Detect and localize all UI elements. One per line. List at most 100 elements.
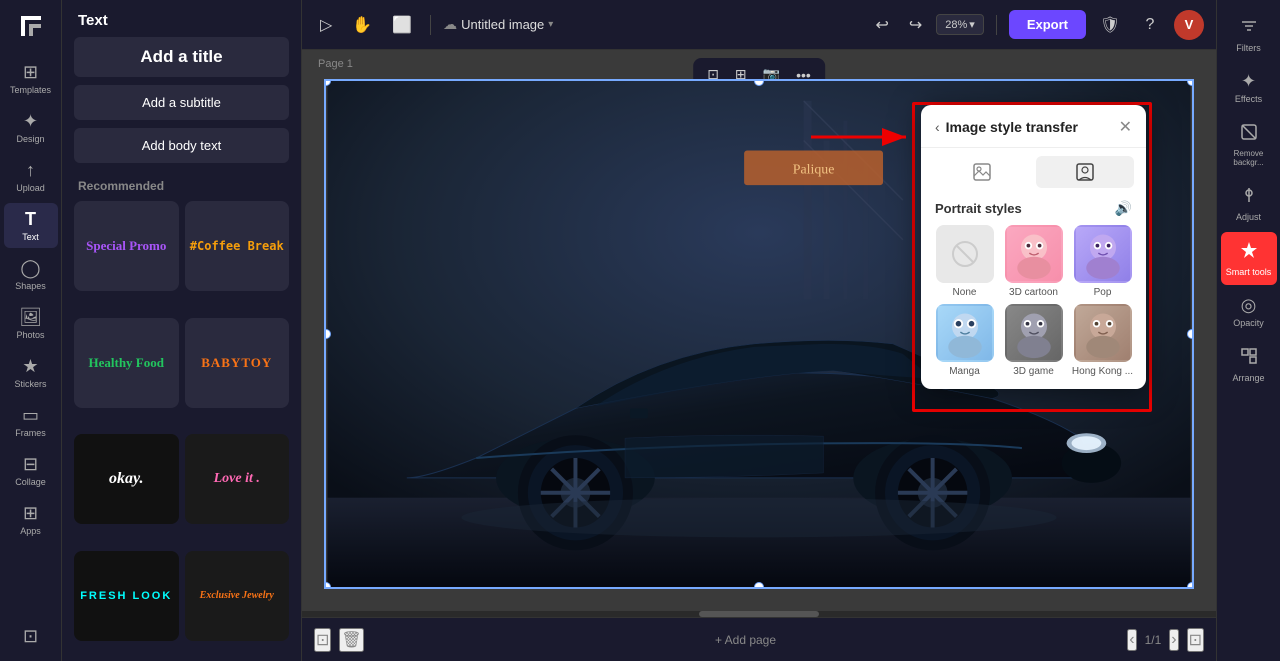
sidebar-item-stickers[interactable]: ★ Stickers — [4, 350, 58, 395]
style-card-label: #Coffee Break — [190, 239, 284, 253]
style-item-pop[interactable]: Pop — [1071, 225, 1134, 298]
popup-back-button[interactable]: ‹ — [935, 119, 940, 135]
sidebar-item-collage[interactable]: ⊟ Collage — [4, 448, 58, 493]
popup-tab-portrait[interactable] — [1036, 156, 1135, 188]
style-thumb-3d-cartoon — [1005, 225, 1063, 283]
canvas-area[interactable]: Page 1 ⊡ ⊞ 📷 ••• — [302, 50, 1216, 617]
plus-icon: + — [715, 633, 722, 647]
style-card-love-it[interactable]: Love it . — [185, 434, 290, 524]
image-style-transfer-popup: ‹ Image style transfer ✕ Portrait styles… — [921, 105, 1146, 389]
style-thumb-hong-kong — [1074, 304, 1132, 362]
panel-title: Text — [62, 0, 301, 37]
handle-mid-right[interactable] — [1187, 329, 1194, 339]
style-card-coffee-break[interactable]: #Coffee Break — [185, 201, 290, 291]
style-card-label: BABYTOY — [201, 355, 272, 371]
sidebar-item-apps[interactable]: ⊞ Apps — [4, 497, 58, 542]
style-card-label: Love it . — [214, 471, 260, 487]
cursor-tool[interactable]: ▷ — [314, 11, 338, 39]
text-panel: Text Add a title Add a subtitle Add body… — [62, 0, 302, 661]
design-icon: ✦ — [23, 111, 38, 132]
style-card-okay[interactable]: okay. — [74, 434, 179, 524]
style-card-fresh-look[interactable]: FRESH LOOK — [74, 551, 179, 641]
apps-icon: ⊞ — [23, 503, 38, 524]
rs-item-adjust[interactable]: Adjust — [1221, 177, 1277, 230]
more-icon: ⊡ — [23, 626, 38, 647]
handle-bottom-mid[interactable] — [754, 582, 764, 589]
add-subtitle-button[interactable]: Add a subtitle — [74, 85, 289, 120]
rs-item-effects[interactable]: ✦ Effects — [1221, 63, 1277, 112]
style-item-hong-kong[interactable]: Hong Kong ... — [1071, 304, 1134, 377]
scrollbar-thumb — [699, 611, 819, 617]
frame-select-tool[interactable]: ⬜ — [386, 11, 418, 39]
style-card-exclusive-jewelry[interactable]: Exclusive Jewelry — [185, 551, 290, 641]
sidebar-item-photos[interactable]: 🖼 Photos — [4, 301, 58, 346]
collage-icon: ⊟ — [23, 454, 38, 475]
style-card-label: Special Promo — [86, 238, 166, 254]
photos-icon: 🖼 — [19, 307, 42, 328]
sidebar-item-frames[interactable]: ▭ Frames — [4, 399, 58, 444]
effects-icon: ✦ — [1241, 71, 1256, 92]
style-item-3d-cartoon[interactable]: 3D cartoon — [1002, 225, 1065, 298]
shield-button[interactable]: 🛡 — [1094, 9, 1126, 41]
page-label: Page 1 — [318, 58, 353, 70]
undo-button[interactable]: ↩ — [869, 11, 894, 39]
stickers-icon: ★ — [22, 356, 38, 377]
zoom-control[interactable]: 28% ▾ — [936, 14, 984, 35]
sidebar-item-upload[interactable]: ↑ Upload — [4, 154, 58, 199]
add-page-label: Add page — [725, 633, 776, 647]
sidebar-item-shapes[interactable]: ◯ Shapes — [4, 252, 58, 297]
add-page-button[interactable]: + Add page — [715, 633, 776, 647]
handle-top-right[interactable] — [1187, 79, 1194, 86]
document-title[interactable]: ☁ Untitled image ▾ — [443, 16, 553, 33]
style-item-none[interactable]: None — [933, 225, 996, 298]
style-card-label: FRESH LOOK — [80, 590, 172, 602]
export-button[interactable]: Export — [1009, 10, 1086, 39]
smart-tools-icon — [1239, 240, 1259, 265]
frames-icon: ▭ — [22, 405, 39, 426]
hand-tool[interactable]: ✋ — [346, 11, 378, 39]
add-body-button[interactable]: Add body text — [74, 128, 289, 163]
popup-tabs — [921, 148, 1146, 196]
sidebar-item-design[interactable]: ✦ Design — [4, 105, 58, 150]
style-grid-popup: None 3D cartoon Pop — [921, 225, 1146, 377]
app-logo — [13, 8, 49, 44]
help-button[interactable]: ? — [1134, 9, 1166, 41]
topbar: ▷ ✋ ⬜ ☁ Untitled image ▾ ↩ ↪ 28% ▾ Expor… — [302, 0, 1216, 50]
popup-header: ‹ Image style transfer ✕ — [921, 105, 1146, 148]
next-page-button[interactable]: › — [1169, 629, 1178, 651]
rs-item-filters[interactable]: Filters — [1221, 8, 1277, 61]
style-item-3d-game[interactable]: 3D game — [1002, 304, 1065, 377]
popup-close-button[interactable]: ✕ — [1119, 117, 1132, 137]
user-avatar[interactable]: V — [1174, 10, 1204, 40]
canvas-scrollbar[interactable] — [302, 611, 1216, 617]
left-sidebar: ⊞ Templates ✦ Design ↑ Upload T Text ◯ S… — [0, 0, 62, 661]
sidebar-item-text[interactable]: T Text — [4, 203, 58, 248]
rs-item-arrange[interactable]: Arrange — [1221, 338, 1277, 391]
redo-button[interactable]: ↪ — [903, 11, 928, 39]
style-card-healthy-food[interactable]: Healthy Food — [74, 318, 179, 408]
page-indicator: 1/1 — [1145, 633, 1162, 647]
upload-icon: ↑ — [26, 160, 35, 181]
style-item-manga[interactable]: Manga — [933, 304, 996, 377]
svg-text:Palique: Palique — [793, 162, 835, 177]
rs-item-opacity[interactable]: ◎ Opacity — [1221, 287, 1277, 336]
prev-page-button[interactable]: ‹ — [1127, 629, 1136, 651]
adjust-icon — [1239, 185, 1259, 210]
rs-item-smart-tools[interactable]: Smart tools — [1221, 232, 1277, 285]
templates-icon: ⊞ — [23, 62, 38, 83]
rs-item-remove-bg[interactable]: Remove backgr... — [1221, 114, 1277, 175]
style-card-special-promo[interactable]: Special Promo — [74, 201, 179, 291]
add-title-button[interactable]: Add a title — [74, 37, 289, 77]
sidebar-item-more[interactable]: ⊡ — [4, 620, 58, 653]
text-style-grid: Special Promo #Coffee Break Healthy Food… — [62, 201, 301, 661]
style-card-babytoy[interactable]: BABYTOY — [185, 318, 290, 408]
sidebar-item-templates[interactable]: ⊞ Templates — [4, 56, 58, 101]
arrange-icon — [1239, 346, 1259, 371]
grid-view-button[interactable]: ⊡ — [314, 628, 331, 652]
fit-screen-button[interactable]: ⊡ — [1187, 628, 1204, 652]
zoom-chevron-icon: ▾ — [969, 18, 975, 31]
remove-bg-icon — [1239, 122, 1259, 147]
popup-tab-image[interactable] — [933, 156, 1032, 188]
handle-bottom-right[interactable] — [1187, 582, 1194, 589]
delete-button[interactable]: 🗑 — [339, 628, 363, 652]
